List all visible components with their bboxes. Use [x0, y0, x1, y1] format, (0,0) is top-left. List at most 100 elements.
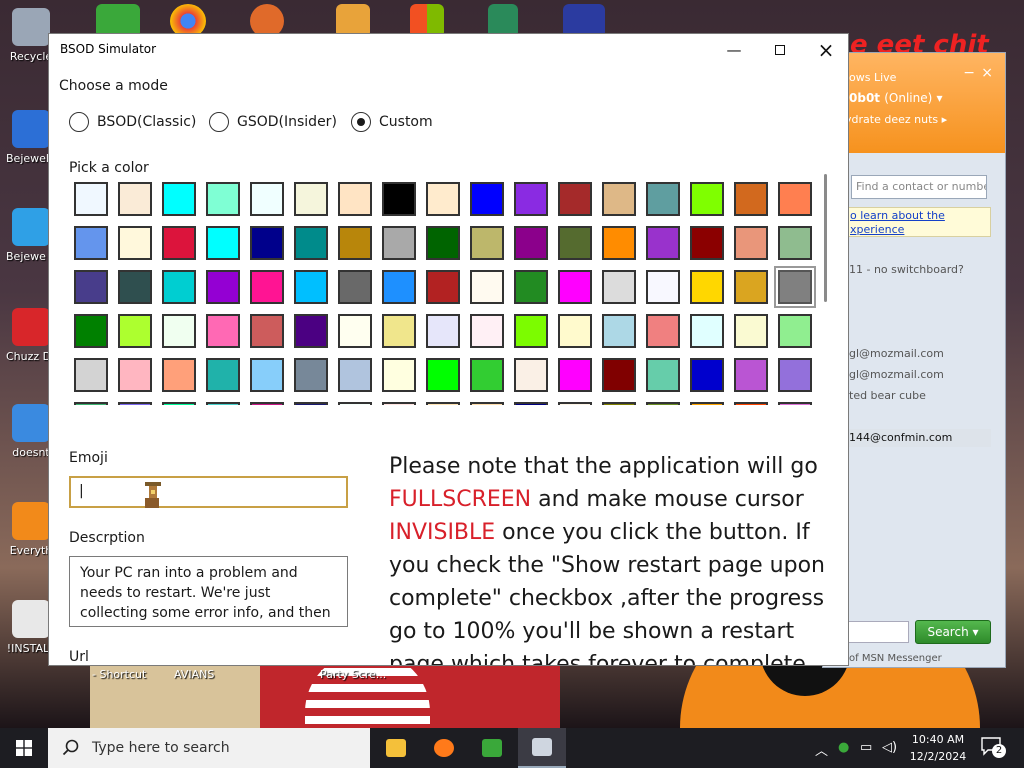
color-swatch[interactable] — [426, 226, 460, 260]
color-swatch[interactable] — [294, 226, 328, 260]
color-swatch[interactable] — [294, 402, 328, 405]
color-swatch[interactable] — [294, 358, 328, 392]
title-bar[interactable]: BSOD Simulator — × — [49, 34, 848, 65]
color-swatch[interactable] — [162, 314, 196, 348]
color-swatch[interactable] — [470, 182, 504, 216]
color-swatch[interactable] — [558, 402, 592, 405]
color-swatch[interactable] — [778, 358, 812, 392]
color-swatch[interactable] — [690, 270, 724, 304]
color-swatch[interactable] — [294, 182, 328, 216]
color-swatch[interactable] — [470, 270, 504, 304]
close-button[interactable]: × — [803, 34, 848, 65]
color-swatch[interactable] — [206, 314, 240, 348]
color-swatch[interactable] — [162, 182, 196, 216]
color-swatch[interactable] — [690, 402, 724, 405]
color-swatch[interactable] — [118, 358, 152, 392]
color-swatch[interactable] — [602, 402, 636, 405]
color-swatch[interactable] — [426, 314, 460, 348]
color-swatch[interactable] — [74, 182, 108, 216]
color-swatch[interactable] — [162, 270, 196, 304]
color-swatch[interactable] — [514, 182, 548, 216]
color-swatch[interactable] — [74, 358, 108, 392]
color-swatch[interactable] — [558, 182, 592, 216]
minimize-icon[interactable]: − — [963, 65, 975, 81]
radio-gsod-insider[interactable]: GSOD(Insider) — [209, 112, 337, 132]
color-swatch[interactable] — [74, 402, 108, 405]
taskbar-file-explorer-button[interactable] — [372, 728, 420, 768]
color-swatch[interactable] — [338, 270, 372, 304]
description-input[interactable]: Your PC ran into a problem and needs to … — [69, 556, 348, 627]
color-swatch[interactable] — [470, 402, 504, 405]
color-swatch[interactable] — [514, 314, 548, 348]
color-swatch[interactable] — [778, 314, 812, 348]
chevron-up-icon[interactable]: ︿ — [815, 740, 828, 759]
contact-search-input[interactable]: Find a contact or numbe — [851, 175, 987, 199]
color-swatch[interactable] — [514, 270, 548, 304]
palette-scrollbar[interactable] — [824, 174, 827, 302]
taskbar-clock[interactable]: 10:40 AM 12/2/2024 — [903, 731, 973, 765]
msn-search-button[interactable]: Search ▾ — [915, 620, 991, 644]
start-button[interactable] — [0, 728, 48, 768]
msn-tray-icon[interactable]: ● — [838, 740, 849, 755]
color-swatch[interactable] — [602, 270, 636, 304]
msn-personal-message[interactable]: ydrate deez nuts ▸ — [845, 113, 947, 126]
network-icon[interactable]: ▭ — [860, 740, 872, 755]
emoji-input[interactable]: | — [69, 476, 348, 508]
color-swatch[interactable] — [382, 182, 416, 216]
contact-list-item[interactable]: gl@mozmail.com — [849, 368, 944, 381]
color-swatch[interactable] — [602, 182, 636, 216]
color-swatch[interactable] — [206, 182, 240, 216]
color-swatch[interactable] — [734, 358, 768, 392]
color-swatch[interactable] — [470, 314, 504, 348]
color-swatch[interactable] — [558, 358, 592, 392]
contact-list-item[interactable]: ted bear cube — [849, 389, 926, 402]
color-swatch[interactable] — [338, 226, 372, 260]
color-swatch[interactable] — [558, 314, 592, 348]
color-swatch[interactable] — [558, 270, 592, 304]
color-swatch[interactable] — [74, 226, 108, 260]
color-swatch[interactable] — [514, 226, 548, 260]
color-swatch[interactable] — [646, 358, 680, 392]
color-swatch[interactable] — [558, 226, 592, 260]
color-swatch[interactable] — [514, 402, 548, 405]
color-swatch[interactable] — [646, 182, 680, 216]
color-swatch[interactable] — [250, 182, 284, 216]
color-swatch[interactable] — [206, 226, 240, 260]
color-swatch[interactable] — [778, 182, 812, 216]
color-swatch[interactable] — [162, 226, 196, 260]
color-swatch[interactable] — [118, 314, 152, 348]
color-swatch[interactable] — [690, 226, 724, 260]
color-swatch[interactable] — [382, 402, 416, 405]
color-swatch[interactable] — [338, 402, 372, 405]
notification-center-button[interactable]: 2 — [980, 736, 1008, 760]
color-swatch[interactable] — [426, 270, 460, 304]
color-swatch[interactable] — [162, 402, 196, 405]
color-swatch[interactable] — [646, 270, 680, 304]
close-icon[interactable]: × — [981, 65, 993, 81]
contact-list-item[interactable]: 11 - no switchboard? — [849, 263, 964, 276]
color-swatch[interactable] — [646, 402, 680, 405]
color-swatch[interactable] — [514, 358, 548, 392]
color-swatch[interactable] — [734, 182, 768, 216]
color-swatch[interactable] — [250, 402, 284, 405]
maximize-button[interactable] — [757, 34, 803, 65]
color-swatch[interactable] — [690, 358, 724, 392]
color-swatch[interactable] — [338, 182, 372, 216]
color-swatch[interactable] — [382, 270, 416, 304]
color-swatch[interactable] — [338, 358, 372, 392]
msn-messenger-window[interactable]: ows Live − × 0b0t (Online) ▾ ydrate deez… — [822, 52, 1006, 668]
color-swatch[interactable] — [734, 314, 768, 348]
color-swatch[interactable] — [470, 226, 504, 260]
color-swatch[interactable] — [206, 270, 240, 304]
color-swatch[interactable] — [646, 314, 680, 348]
color-swatch[interactable] — [294, 314, 328, 348]
color-swatch[interactable] — [250, 226, 284, 260]
color-swatch[interactable] — [646, 226, 680, 260]
color-swatch[interactable] — [602, 358, 636, 392]
color-swatch[interactable] — [426, 182, 460, 216]
color-swatch[interactable] — [734, 270, 768, 304]
taskbar-msn-messenger-button[interactable] — [468, 728, 516, 768]
contact-list-item[interactable]: 144@confmin.com — [849, 431, 952, 444]
color-swatch[interactable] — [774, 266, 816, 308]
bsod-simulator-window[interactable]: BSOD Simulator — × Choose a mode BSOD(Cl… — [48, 33, 849, 666]
